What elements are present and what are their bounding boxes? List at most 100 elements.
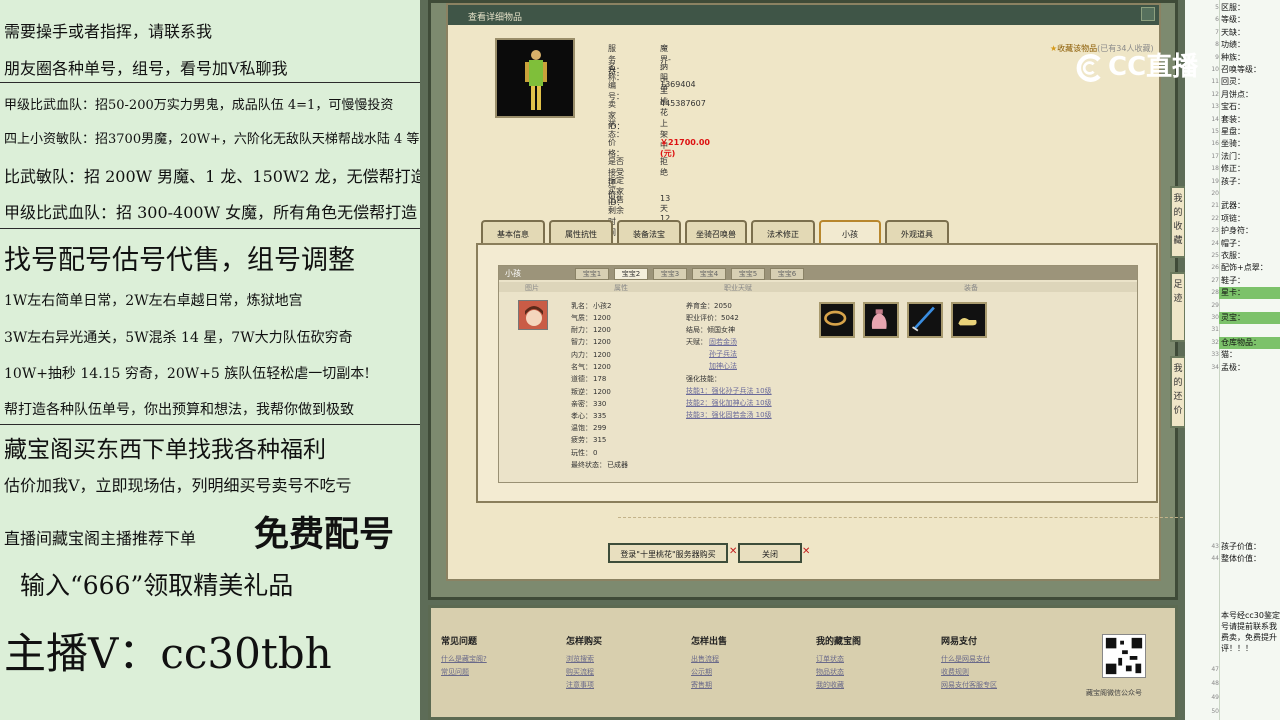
skill-link[interactable]: 技能1：强化孙子兵法 10级: [686, 386, 772, 396]
skill-link[interactable]: 技能2：强化加神心法 10级: [686, 398, 772, 408]
tab-baby-1[interactable]: 宝宝1: [575, 268, 609, 280]
sheet-cell[interactable]: 回灵：: [1219, 76, 1280, 88]
sheet-row-number: 16: [1211, 140, 1219, 148]
child-stat: 耐力：1200: [571, 326, 611, 334]
tab-spell-correction[interactable]: 法术修正: [751, 220, 815, 244]
tab-children[interactable]: 小孩: [819, 220, 881, 244]
sheet-row-number: 48: [1211, 680, 1219, 687]
sheet-cell[interactable]: 月饼点：: [1219, 89, 1280, 101]
sheet-cell[interactable]: 召唤等级：: [1219, 64, 1280, 76]
skill-link[interactable]: 技能3：强化固若金汤 10级: [686, 410, 772, 420]
sheet-cell[interactable]: 仓库物品：: [1219, 336, 1280, 349]
sheet-row-number: 23: [1211, 227, 1219, 235]
sheet-cell[interactable]: 猫：: [1219, 349, 1280, 361]
sheet-cell[interactable]: 帽子：: [1219, 238, 1280, 250]
sheet-row-number: 28: [1211, 289, 1219, 297]
sheet-cell[interactable]: 护身符：: [1219, 225, 1280, 237]
equip-slot[interactable]: [863, 302, 899, 338]
footer-link[interactable]: 常见问题: [441, 666, 487, 679]
sheet-cell[interactable]: 整体价值：: [1219, 553, 1280, 565]
sheet-cell[interactable]: 法门：: [1219, 151, 1280, 163]
footer-link[interactable]: 寄售期: [691, 679, 727, 692]
sheet-cell[interactable]: 孩子：: [1219, 176, 1280, 188]
sheet-cell[interactable]: 配饰+点翠：: [1219, 262, 1280, 274]
child-column-headers: 图片 属性 职业天赋 装备: [499, 282, 1137, 292]
footer-link[interactable]: 订单状态: [816, 653, 861, 666]
child-face-icon: [519, 301, 547, 329]
col-attributes: 属性: [614, 284, 628, 292]
sheet-cell[interactable]: 修正：: [1219, 163, 1280, 175]
talent-link[interactable]: 加神心法: [709, 361, 737, 371]
sheet-cell[interactable]: 星盘：: [1219, 126, 1280, 138]
equip-slot[interactable]: [907, 302, 943, 338]
dialog-corner-button[interactable]: [1141, 7, 1155, 21]
tab-basic-info[interactable]: 基本信息: [481, 220, 545, 244]
tab-baby-5[interactable]: 宝宝5: [731, 268, 765, 280]
tab-mounts-pets[interactable]: 坐骑召唤兽: [685, 220, 747, 244]
col-equipment: 装备: [964, 284, 978, 292]
tab-baby-3[interactable]: 宝宝3: [653, 268, 687, 280]
sheet-cell[interactable]: 鞋子：: [1219, 275, 1280, 287]
footer-link[interactable]: 网易支付客服专区: [941, 679, 997, 692]
sheet-cell[interactable]: 星卡：: [1219, 287, 1280, 300]
sheet-row-number: 18: [1211, 165, 1219, 173]
sheet-cell[interactable]: 衣服：: [1219, 250, 1280, 262]
sheet-row-number: 21: [1211, 202, 1219, 210]
sheet-cell[interactable]: 孩子价值：: [1219, 541, 1280, 553]
tab-attributes[interactable]: 属性抗性: [549, 220, 613, 244]
sheet-cell[interactable]: 功绩：: [1219, 39, 1280, 51]
buy-on-server-button[interactable]: 登录"十里桃花"服务器购买: [608, 543, 728, 563]
sheet-cell[interactable]: 坐骑：: [1219, 138, 1280, 150]
talent-link[interactable]: 孙子兵法: [709, 349, 737, 359]
sheet-note[interactable]: 本号经cc30鉴定 号请提前联系我 费卖，免费提升 评！！！: [1219, 610, 1280, 666]
footer-link[interactable]: 注意事项: [566, 679, 602, 692]
sheet-cell[interactable]: 区服：: [1219, 2, 1280, 14]
sheet-cell[interactable]: [1219, 300, 1280, 312]
sheet-cell[interactable]: 项链：: [1219, 213, 1280, 225]
tab-appearance[interactable]: 外观道具: [885, 220, 949, 244]
tab-baby-6[interactable]: 宝宝6: [770, 268, 804, 280]
my-favorites-button[interactable]: 我的收藏: [1170, 186, 1186, 258]
sheet-cell[interactable]: [1219, 324, 1280, 336]
talent-link[interactable]: 固若金汤: [709, 337, 737, 347]
child-stat: 叛逆：1200: [571, 388, 611, 396]
pouch-icon: [871, 309, 887, 329]
footer-link[interactable]: 什么是网易支付: [941, 653, 997, 666]
tab-equipment[interactable]: 装备法宝: [617, 220, 681, 244]
close-button[interactable]: 关闭: [738, 543, 802, 563]
footer-link[interactable]: 购买流程: [566, 666, 602, 679]
sheet-cell[interactable]: 灵宝：: [1219, 312, 1280, 324]
sheet-cell[interactable]: 等级：: [1219, 14, 1280, 26]
footprint-button[interactable]: 足迹: [1170, 272, 1186, 342]
footer-link[interactable]: 收费规则: [941, 666, 997, 679]
sheet-cell[interactable]: 套装：: [1219, 114, 1280, 126]
sheet-cell[interactable]: 武器：: [1219, 200, 1280, 212]
sheet-row-number: 32: [1211, 338, 1219, 346]
sheet-row-number: 22: [1211, 214, 1219, 222]
sheet-cell[interactable]: [1219, 188, 1280, 200]
footer-link[interactable]: 出售流程: [691, 653, 727, 666]
footer-link[interactable]: 什么是藏宝阁?: [441, 653, 487, 666]
equip-slot[interactable]: [819, 302, 855, 338]
sheet-cell[interactable]: 天缺：: [1219, 27, 1280, 39]
footer-link[interactable]: 物品状态: [816, 666, 861, 679]
sheet-row-number: 14: [1211, 115, 1219, 123]
sheet-cell[interactable]: 孟极：: [1219, 362, 1280, 374]
sheet-row-number: 27: [1211, 276, 1219, 284]
sheet-cell[interactable]: 宝石：: [1219, 101, 1280, 113]
equip-slot[interactable]: [951, 302, 987, 338]
sheet-cell[interactable]: 种族：: [1219, 52, 1280, 64]
sheet-row-number: 19: [1211, 177, 1219, 185]
tab-baby-2[interactable]: 宝宝2: [614, 268, 648, 280]
footer-link[interactable]: 我的收藏: [816, 679, 861, 692]
child-stat: 玩性：0: [571, 449, 598, 457]
tab-baby-4[interactable]: 宝宝4: [692, 268, 726, 280]
game-window: 查看详细物品 服 务 器： 魔界-- 十里桃花 名 称： 纳阳子 编 号： 13694…: [420, 0, 1198, 720]
my-counteroffer-button[interactable]: 我的还价: [1170, 356, 1186, 428]
child-stat: 智力：1200: [571, 338, 611, 346]
dialog-title: 查看详细物品: [448, 5, 1159, 25]
child-stat: 气质：1200: [571, 314, 611, 322]
footer-link[interactable]: 公示期: [691, 666, 727, 679]
footer-link[interactable]: 浏览搜索: [566, 653, 602, 666]
sheet-row-number: 10: [1211, 66, 1219, 73]
